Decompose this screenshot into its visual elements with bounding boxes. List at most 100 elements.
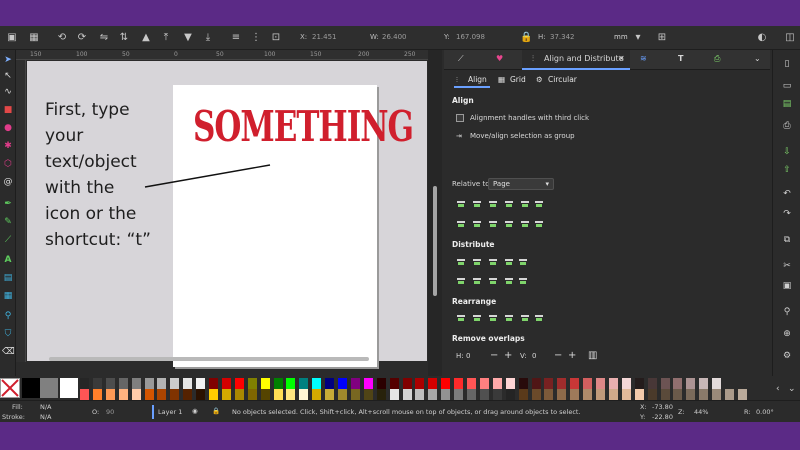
copy-icon[interactable]: ⧉	[781, 234, 793, 246]
mesh-tool-icon[interactable]: ▦	[2, 290, 14, 302]
rectangle-tool-icon[interactable]: ■	[2, 104, 14, 116]
swatch-black[interactable]	[22, 378, 40, 398]
swatch[interactable]	[80, 389, 89, 400]
swatch[interactable]	[531, 389, 541, 400]
swatch[interactable]	[428, 378, 438, 389]
print-icon[interactable]: ⎙	[781, 120, 793, 132]
swatch[interactable]	[492, 389, 502, 400]
select-same-icon[interactable]: ▦	[28, 32, 40, 44]
swatch[interactable]	[621, 389, 631, 400]
rotate-ccw-icon[interactable]: ⟲	[56, 32, 68, 44]
swatch[interactable]	[608, 378, 618, 389]
exchange-clockwise-icon[interactable]	[504, 313, 514, 323]
swatch[interactable]	[570, 389, 580, 400]
raise-icon[interactable]: ▲	[140, 32, 152, 44]
no-paint-swatch[interactable]	[0, 378, 20, 398]
swatch[interactable]	[402, 378, 412, 389]
spiral-tool-icon[interactable]: @	[2, 176, 14, 188]
swatch[interactable]	[737, 389, 747, 400]
swatch[interactable]	[196, 378, 206, 389]
node-tool-icon[interactable]: ↖	[2, 70, 14, 82]
tab-fill-stroke-icon[interactable]: ⟋	[458, 54, 464, 64]
swatch[interactable]	[544, 389, 554, 400]
eraser-tool-icon[interactable]: ⌫	[2, 346, 15, 358]
h-gap-decrease-button[interactable]: −	[490, 350, 498, 361]
distribute-top-icon[interactable]	[456, 276, 466, 286]
swatch[interactable]	[325, 378, 335, 389]
align-baseline-icon[interactable]	[534, 199, 544, 209]
unit-chevron-icon[interactable]: ▾	[632, 32, 644, 44]
lower-icon[interactable]: ▼	[182, 32, 194, 44]
tab-layers-icon[interactable]: ≋	[640, 54, 647, 63]
swatch[interactable]	[505, 378, 515, 389]
align-text-baseline-icon[interactable]	[534, 219, 544, 229]
transform-icon[interactable]: ⊡	[270, 32, 282, 44]
swatch[interactable]	[712, 389, 722, 400]
rotation-field[interactable]: 0.00°	[756, 408, 774, 416]
swatch[interactable]	[634, 389, 644, 400]
swatch[interactable]	[350, 389, 360, 400]
randomize-icon[interactable]	[520, 313, 530, 323]
swatch[interactable]	[221, 378, 231, 389]
swatch[interactable]	[183, 378, 193, 389]
gradient-tool-icon[interactable]: ▤	[2, 272, 14, 284]
zoom-icon[interactable]: ⚲	[781, 306, 793, 318]
swatch[interactable]	[376, 378, 386, 389]
horizontal-scrollbar[interactable]	[49, 357, 369, 361]
swatch[interactable]	[505, 389, 515, 400]
align-bottom-icon[interactable]	[504, 219, 514, 229]
swatch[interactable]	[441, 378, 451, 389]
snap-options-icon[interactable]: ⊞	[656, 32, 668, 44]
swatch[interactable]	[518, 378, 528, 389]
x-field[interactable]: 21.451	[312, 33, 337, 41]
third-click-checkbox[interactable]	[456, 114, 464, 122]
flip-horizontal-icon[interactable]: ⇋	[98, 32, 110, 44]
distribute-center-h-icon[interactable]	[472, 257, 482, 267]
exchange-selection-icon[interactable]	[472, 313, 482, 323]
align-top-edge-icon[interactable]	[456, 219, 466, 229]
subtab-grid[interactable]: Grid	[510, 75, 526, 84]
tabs-overflow-icon[interactable]: ⌄	[754, 54, 761, 63]
swatch[interactable]	[660, 389, 670, 400]
swatch[interactable]	[699, 378, 709, 389]
document-properties-icon[interactable]: ⚙	[781, 350, 793, 362]
fill-value[interactable]: N/A	[40, 403, 52, 411]
swatch[interactable]	[105, 378, 115, 389]
swatch[interactable]	[686, 389, 696, 400]
distribute-gaps-v-icon[interactable]	[504, 276, 514, 286]
opacity-field[interactable]: 90	[106, 408, 114, 416]
swatch[interactable]	[608, 389, 618, 400]
swatch[interactable]	[621, 378, 631, 389]
layer-visibility-icon[interactable]: ◉	[192, 407, 198, 415]
distribute-baseline-v-icon[interactable]	[518, 276, 528, 286]
swatch[interactable]	[712, 378, 722, 389]
swatch[interactable]	[338, 378, 347, 389]
v-gap-decrease-button[interactable]: −	[554, 350, 562, 361]
calligraphy-tool-icon[interactable]: ⟋	[2, 234, 14, 246]
swatch[interactable]	[299, 389, 309, 400]
rearrange-graph-icon[interactable]	[456, 313, 466, 323]
distribute-right-icon[interactable]	[488, 257, 498, 267]
subtab-align[interactable]: Align	[468, 75, 487, 84]
swatch[interactable]	[673, 389, 683, 400]
swatch[interactable]	[660, 378, 670, 389]
tab-swatches-icon[interactable]: ♥	[496, 54, 503, 63]
undo-icon[interactable]: ↶	[781, 188, 793, 200]
swatch[interactable]	[686, 378, 696, 389]
align-left-edge-icon[interactable]	[456, 199, 466, 209]
exchange-z-order-icon[interactable]	[488, 313, 498, 323]
w-field[interactable]: 26.400	[382, 33, 407, 41]
redo-icon[interactable]: ↷	[781, 208, 793, 220]
move-group-icon[interactable]: ⇥	[456, 132, 462, 140]
swatch[interactable]	[557, 378, 567, 389]
swatch[interactable]	[260, 389, 270, 400]
swatch[interactable]	[299, 378, 309, 389]
lower-bottom-icon[interactable]: ⤓	[202, 32, 214, 44]
select-all-icon[interactable]: ▣	[6, 32, 18, 44]
swatch[interactable]	[363, 389, 373, 400]
paint-bucket-tool-icon[interactable]: ⛉	[2, 328, 14, 340]
swatch[interactable]	[183, 389, 193, 400]
align-center-v-icon[interactable]	[488, 219, 498, 229]
align-bottom-edge-icon[interactable]	[520, 219, 530, 229]
import-icon[interactable]: ⇩	[781, 146, 793, 158]
